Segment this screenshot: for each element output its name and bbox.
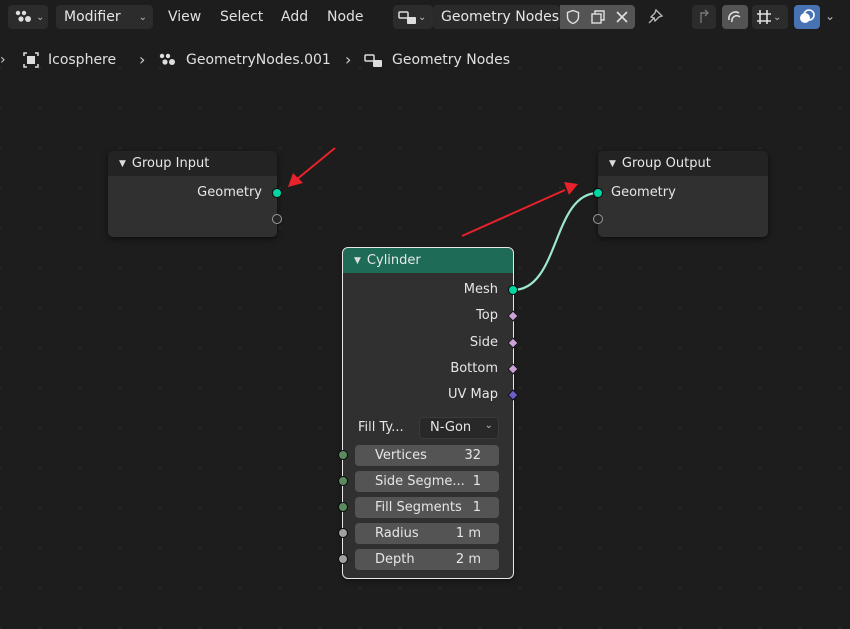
fill-segments-field[interactable]: Fill Segments 1 [355, 497, 499, 518]
field-label: Side Segme... [375, 474, 465, 489]
node-header[interactable]: ▼ Group Input [108, 151, 277, 176]
field-label: Radius [375, 526, 419, 541]
geometry-output-socket[interactable] [272, 188, 282, 198]
node-header[interactable]: ▼ Cylinder [343, 248, 513, 273]
collapse-triangle-icon[interactable]: ▼ [354, 249, 361, 274]
field-value: 1 m [455, 526, 481, 541]
mesh-output-socket[interactable] [508, 285, 518, 295]
field-value: 32 [464, 448, 481, 463]
fill-type-value: N-Gon [430, 420, 472, 435]
node-title: Group Output [621, 156, 711, 171]
virtual-input-socket[interactable] [593, 214, 603, 224]
field-label: Depth [375, 552, 415, 567]
node-header[interactable]: ▼ Group Output [598, 151, 768, 176]
socket-label: Geometry [611, 185, 676, 200]
socket-label: Mesh [463, 282, 498, 297]
field-value: 2 m [455, 552, 481, 567]
node-title: Cylinder [366, 253, 421, 268]
socket-label: Geometry [197, 185, 262, 200]
cylinder-node[interactable]: ▼ Cylinder Mesh Top Side Bottom UV Map Fi… [338, 247, 519, 579]
depth-input-socket[interactable] [338, 554, 348, 564]
radius-field[interactable]: Radius 1 m [355, 523, 499, 544]
collapse-triangle-icon[interactable]: ▼ [609, 152, 616, 177]
socket-label: Side [469, 335, 498, 350]
side-segments-field[interactable]: Side Segme... 1 [355, 471, 499, 492]
vertices-field[interactable]: Vertices 32 [355, 445, 499, 466]
group-output-node[interactable]: ▼ Group Output Geometry [593, 151, 768, 237]
virtual-output-socket[interactable] [272, 214, 282, 224]
side-segments-input-socket[interactable] [338, 476, 348, 486]
field-value: 1 [472, 500, 481, 515]
geometry-input-socket[interactable] [593, 188, 603, 198]
field-value: 1 [472, 474, 481, 489]
radius-input-socket[interactable] [338, 528, 348, 538]
socket-label: Bottom [450, 361, 498, 376]
fill-type-label: Fill Ty... [358, 420, 404, 435]
vertices-input-socket[interactable] [338, 450, 348, 460]
field-label: Fill Segments [375, 500, 462, 515]
chevron-down-icon: ⌄ [484, 420, 493, 431]
fill-segments-input-socket[interactable] [338, 502, 348, 512]
node-title: Group Input [131, 156, 210, 171]
group-input-node[interactable]: ▼ Group Input Geometry [108, 151, 282, 237]
field-label: Vertices [375, 448, 427, 463]
socket-label: Top [476, 308, 498, 323]
fill-type-dropdown[interactable]: N-Gon ⌄ [419, 417, 499, 439]
annotation-arrow [288, 147, 336, 187]
socket-label: UV Map [448, 387, 498, 402]
collapse-triangle-icon[interactable]: ▼ [119, 152, 126, 177]
depth-field[interactable]: Depth 2 m [355, 549, 499, 570]
